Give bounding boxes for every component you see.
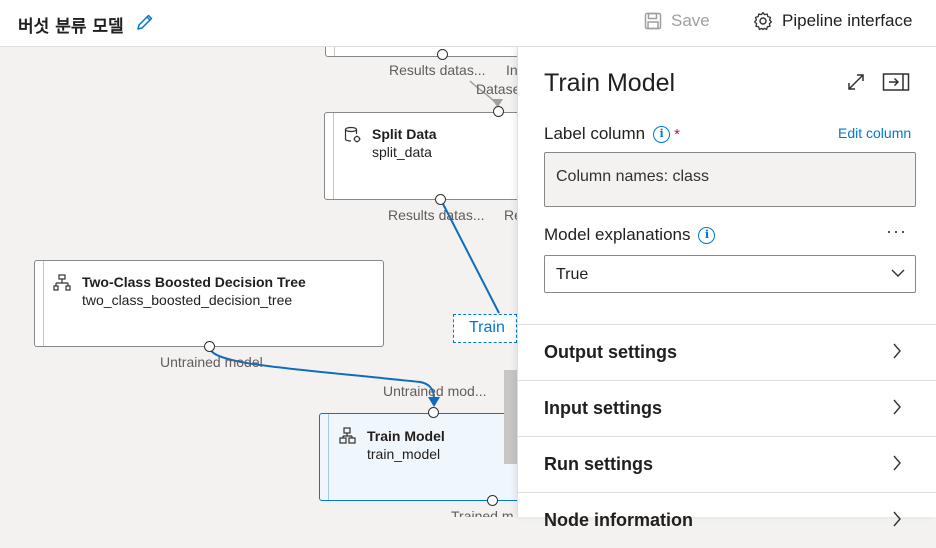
top-node[interactable]	[325, 47, 525, 57]
section-label: Node information	[544, 510, 693, 530]
model-explanations-info-icon[interactable]: i	[698, 226, 716, 244]
section-label: Input settings	[544, 398, 662, 418]
train-model-output-label: Trained m	[451, 508, 514, 517]
pipeline-interface-button[interactable]: Pipeline interface	[753, 11, 912, 31]
pipeline-title: 버섯 분류 모델	[18, 17, 124, 37]
section-output-settings[interactable]: Output settings	[518, 324, 936, 380]
save-icon	[644, 12, 662, 30]
top-node-port-label-right: In	[506, 62, 518, 78]
gear-icon	[753, 11, 773, 31]
top-node-output-port[interactable]	[437, 49, 448, 60]
tree-icon	[53, 274, 71, 291]
train-model-icon	[339, 427, 356, 444]
label-column-value: Column names: class	[544, 152, 916, 207]
section-node-information[interactable]: Node information	[518, 492, 936, 548]
expand-icon[interactable]	[846, 72, 866, 92]
section-label: Output settings	[544, 342, 677, 362]
train-model-subtitle: train_model	[367, 446, 441, 462]
pencil-edit-icon[interactable]	[135, 12, 155, 32]
split-data-output-port[interactable]	[435, 194, 446, 205]
train-model-input-label: Untrained mod...	[383, 383, 487, 399]
chevron-right-icon	[893, 399, 901, 415]
split-data-node[interactable]: Split Data split_data	[324, 112, 524, 200]
boosted-tree-port-label: Untrained model	[160, 354, 263, 370]
split-data-subtitle: split_data	[372, 144, 432, 160]
top-node-port-label: Results datas...	[389, 62, 486, 78]
database-icon	[344, 126, 361, 143]
boosted-tree-subtitle: two_class_boosted_decision_tree	[82, 292, 293, 308]
split-data-title: Split Data	[372, 126, 437, 142]
label-column-text: Label column	[544, 124, 646, 143]
split-data-input-port[interactable]	[493, 106, 504, 117]
pipeline-interface-label: Pipeline interface	[782, 11, 913, 30]
chevron-down-icon	[891, 269, 905, 277]
chevron-right-icon	[893, 343, 901, 359]
section-run-settings[interactable]: Run settings	[518, 436, 936, 492]
train-model-title: Train Model	[367, 428, 445, 444]
model-explanations-label: Model explanations i	[544, 225, 716, 245]
chevron-right-icon	[893, 511, 901, 527]
label-column-info-icon[interactable]: i	[653, 125, 671, 143]
model-explanations-select[interactable]: True	[544, 255, 916, 293]
save-label: Save	[671, 11, 710, 30]
model-explanations-text: Model explanations	[544, 225, 691, 244]
label-column-label: Label column i *	[544, 124, 680, 144]
canvas-scrollbar[interactable]	[504, 370, 517, 464]
top-bar: 버섯 분류 모델 Save Pipeline interface	[0, 0, 936, 47]
train-model-input-port[interactable]	[428, 407, 439, 418]
boosted-tree-node[interactable]: Two-Class Boosted Decision Tree two_clas…	[34, 260, 384, 347]
more-options-icon[interactable]: ···	[886, 221, 907, 242]
split-data-port-label: Results datas...	[388, 207, 485, 223]
section-label: Run settings	[544, 454, 654, 474]
required-marker: *	[674, 125, 680, 143]
boosted-tree-output-port[interactable]	[204, 341, 215, 352]
chevron-right-icon	[893, 455, 901, 471]
edit-column-link[interactable]: Edit column	[838, 125, 911, 141]
split-input-label: Datase	[476, 81, 521, 97]
train-model-node[interactable]: Train Model train_model	[319, 413, 529, 501]
properties-panel: Train Model Label column i * Edit column…	[517, 47, 936, 530]
save-button[interactable]: Save	[644, 11, 710, 31]
panel-title: Train Model	[544, 69, 676, 97]
model-explanations-value: True	[556, 266, 589, 283]
train-drag-label[interactable]: Train	[453, 314, 517, 343]
collapse-panel-icon[interactable]	[882, 72, 910, 92]
train-model-output-port[interactable]	[487, 495, 498, 506]
section-input-settings[interactable]: Input settings	[518, 380, 936, 436]
boosted-tree-title: Two-Class Boosted Decision Tree	[82, 274, 306, 290]
